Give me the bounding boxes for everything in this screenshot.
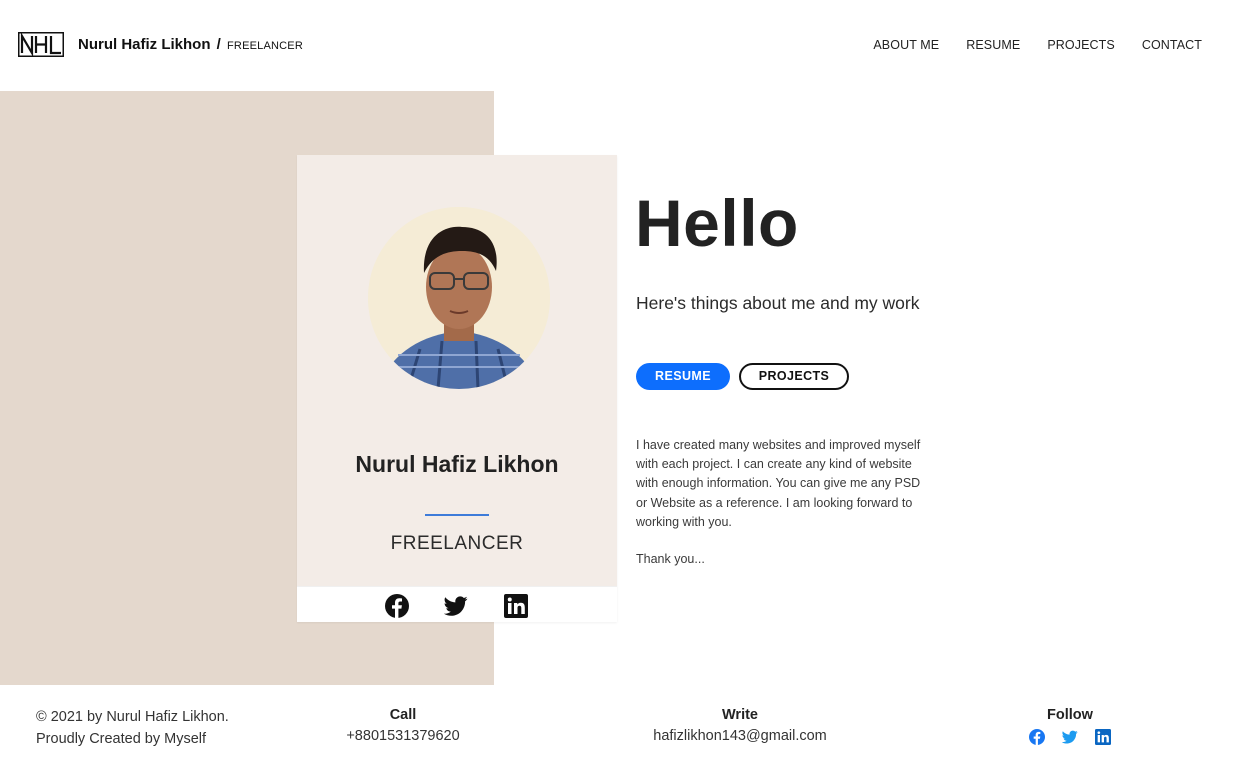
card-name: Nurul Hafiz Likhon: [355, 451, 559, 477]
facebook-icon[interactable]: [385, 594, 409, 618]
main-nav: ABOUT ME RESUME PROJECTS CONTACT: [873, 38, 1202, 52]
brand[interactable]: Nurul Hafiz Likhon / FREELANCER: [78, 36, 303, 53]
copyright: © 2021 by Nurul Hafiz Likhon. Proudly Cr…: [36, 706, 229, 750]
nav-projects[interactable]: PROJECTS: [1047, 38, 1114, 52]
site-footer: © 2021 by Nurul Hafiz Likhon. Proudly Cr…: [0, 685, 1234, 765]
footer-write: Write hafizlikhon143@gmail.com: [620, 706, 860, 744]
brand-name: Nurul Hafiz Likhon: [78, 36, 211, 53]
projects-button[interactable]: PROJECTS: [739, 363, 849, 390]
write-email[interactable]: hafizlikhon143@gmail.com: [620, 728, 860, 744]
hero-tagline: Here's things about me and my work: [636, 293, 920, 313]
footer-follow: Follow: [1010, 706, 1130, 724]
brand-separator: /: [216, 36, 221, 53]
nav-resume[interactable]: RESUME: [966, 38, 1020, 52]
nhl-logo[interactable]: [18, 32, 64, 57]
about-paragraph: I have created many websites and improve…: [636, 438, 921, 529]
profile-card: Nurul Hafiz Likhon FREELANCER: [297, 155, 617, 622]
footer-social-icons: [1029, 729, 1111, 745]
name-underline: [425, 514, 489, 516]
twitter-icon[interactable]: [1062, 729, 1078, 745]
twitter-icon[interactable]: [444, 594, 468, 618]
linkedin-icon[interactable]: [1095, 729, 1111, 745]
linkedin-icon[interactable]: [504, 594, 528, 618]
site-header: Nurul Hafiz Likhon / FREELANCER ABOUT ME…: [0, 0, 1234, 91]
write-heading: Write: [722, 707, 758, 723]
call-heading: Call: [389, 707, 417, 723]
card-social-bar: [297, 586, 617, 622]
card-role: FREELANCER: [390, 533, 524, 554]
copyright-line-1: © 2021 by Nurul Hafiz Likhon.: [36, 709, 229, 725]
copyright-line-2: Proudly Created by Myself: [36, 731, 207, 747]
thanks-text: Thank you...: [636, 552, 705, 566]
resume-button[interactable]: RESUME: [636, 363, 730, 390]
footer-call: Call +8801531379620: [313, 706, 493, 744]
call-phone[interactable]: +8801531379620: [313, 728, 493, 744]
nav-contact[interactable]: CONTACT: [1142, 38, 1202, 52]
nav-about-me[interactable]: ABOUT ME: [873, 38, 939, 52]
follow-heading: Follow: [1047, 707, 1093, 723]
profile-photo: [368, 207, 550, 389]
hero-heading: Hello: [635, 186, 799, 260]
facebook-icon[interactable]: [1029, 729, 1045, 745]
brand-role: FREELANCER: [227, 40, 303, 52]
